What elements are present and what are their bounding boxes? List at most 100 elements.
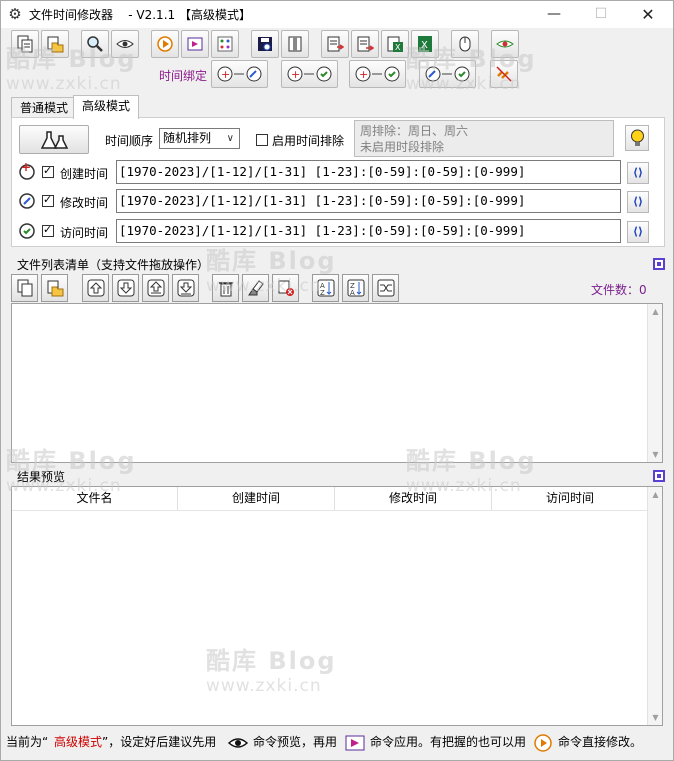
results-scrollbar[interactable]: ▲ ▼	[647, 487, 662, 725]
apply-icon	[187, 37, 203, 51]
scroll-down-icon[interactable]: ▼	[648, 710, 663, 725]
apply-button[interactable]	[181, 30, 209, 58]
export-doc-button[interactable]	[351, 30, 379, 58]
column-header-modify-time[interactable]: 修改时间	[335, 487, 492, 511]
svg-text:+: +	[221, 68, 230, 81]
sort-asc-button[interactable]: AZ	[312, 274, 339, 302]
export-list-button[interactable]	[321, 30, 349, 58]
save-disk-icon	[258, 37, 272, 51]
export-doc-icon	[357, 36, 374, 52]
maximize-button[interactable]: ☐	[578, 1, 624, 28]
status-mode: 高级模式	[54, 735, 103, 749]
add-folder-icon	[47, 36, 64, 53]
svg-text:+: +	[291, 68, 300, 81]
add-folder-list-button[interactable]	[41, 274, 68, 302]
status-text-3: 命令预览，再用	[253, 735, 338, 749]
exclude-summary[interactable]: 周排除：周日、周六 未启用时段排除	[354, 120, 614, 157]
move-top-button[interactable]	[82, 274, 109, 302]
bind-create-access-button[interactable]: +	[281, 60, 338, 88]
shuffle-icon	[377, 279, 395, 297]
play-button[interactable]	[151, 30, 179, 58]
remove-invalid-button[interactable]	[272, 274, 299, 302]
export-list-icon	[327, 36, 344, 52]
eye-menu-button[interactable]	[491, 30, 519, 58]
svg-text:+: +	[21, 162, 31, 174]
order-select-value: 随机排列	[163, 131, 212, 145]
play-icon	[157, 36, 173, 52]
scroll-up-icon[interactable]: ▲	[648, 487, 663, 502]
modify-time-label: 修改时间	[60, 196, 109, 210]
expand-file-list-icon[interactable]	[653, 258, 665, 270]
bind-modify-access-button[interactable]: +	[349, 60, 406, 88]
results-table[interactable]: 文件名 创建时间 修改时间 访问时间 ▲ ▼	[11, 486, 663, 726]
access-time-refresh-button[interactable]: ⟨⟩	[627, 221, 649, 243]
grid-button[interactable]	[211, 30, 239, 58]
move-bottom-button[interactable]	[142, 274, 169, 302]
bind-all-button[interactable]	[419, 60, 476, 88]
clear-button[interactable]	[242, 274, 269, 302]
chevron-down-icon: ∨	[226, 133, 234, 144]
access-time-field[interactable]: [1970-2023]/[1-12]/[1-31] [1-23]:[0-59]:…	[116, 219, 621, 243]
flask-button[interactable]	[19, 125, 89, 154]
grid-icon	[217, 36, 233, 52]
mouse-button[interactable]	[451, 30, 479, 58]
create-time-checkbox[interactable]	[42, 164, 54, 178]
modify-time-checkbox[interactable]	[42, 193, 54, 207]
modify-time-field[interactable]: [1970-2023]/[1-12]/[1-31] [1-23]:[0-59]:…	[116, 189, 621, 213]
shuffle-button[interactable]	[372, 274, 399, 302]
file-listbox[interactable]: ▲ ▼	[11, 303, 663, 463]
add-files-button[interactable]	[11, 274, 38, 302]
file-list-scrollbar[interactable]: ▲ ▼	[647, 304, 662, 462]
sort-asc-icon: AZ	[317, 279, 335, 297]
order-label: 时间顺序	[105, 134, 154, 148]
exclude-period-text: 未启用时段排除	[360, 140, 445, 154]
create-time-refresh-button[interactable]: ⟨⟩	[627, 162, 649, 184]
add-folder-button[interactable]	[41, 30, 69, 58]
unbind-button[interactable]	[490, 60, 518, 88]
save-button[interactable]	[251, 30, 279, 58]
bind-all-icon	[425, 66, 470, 82]
results-title: 结果预览	[17, 470, 66, 484]
bind-create-modify-button[interactable]: +	[211, 60, 268, 88]
excel-export-icon: X	[387, 36, 403, 52]
move-down-button[interactable]	[112, 274, 139, 302]
modify-time-refresh-button[interactable]: ⟨⟩	[627, 191, 649, 213]
move-up-button[interactable]	[172, 274, 199, 302]
eye-menu-icon	[496, 40, 514, 48]
tips-button[interactable]	[625, 125, 649, 151]
search-button[interactable]	[81, 30, 109, 58]
create-time-field[interactable]: [1970-2023]/[1-12]/[1-31] [1-23]:[0-59]:…	[116, 160, 621, 184]
status-text-1: 当前为“	[6, 735, 49, 749]
title-bar: ⚙ 文件时间修改器 - V2.1.1 【高级模式】 — ☐ ✕	[1, 1, 673, 28]
column-header-access-time[interactable]: 访问时间	[492, 487, 649, 511]
sort-desc-icon: ZA	[347, 279, 365, 297]
create-time-icon: +	[19, 162, 35, 180]
tab-advanced-mode[interactable]: 高级模式	[73, 95, 140, 119]
svg-text:X: X	[421, 40, 428, 51]
move-bottom-icon	[147, 279, 165, 297]
bind-create-modify-icon: +	[217, 66, 262, 82]
access-time-checkbox[interactable]	[42, 223, 54, 237]
apply-icon	[345, 735, 365, 751]
scroll-up-icon[interactable]: ▲	[648, 304, 663, 319]
column-header-create-time[interactable]: 创建时间	[178, 487, 335, 511]
expand-results-icon[interactable]	[653, 470, 665, 482]
column-header-filename[interactable]: 文件名	[12, 487, 178, 511]
tab-normal-mode[interactable]: 普通模式	[11, 97, 78, 119]
svg-text:A: A	[350, 289, 355, 297]
status-text-2: ”，设定好后建议先用	[102, 735, 217, 749]
order-select[interactable]: 随机排列 ∨	[159, 128, 240, 149]
delete-button[interactable]	[212, 274, 239, 302]
preview-button[interactable]	[111, 30, 139, 58]
create-time-label: 创建时间	[60, 167, 109, 181]
close-button[interactable]: ✕	[625, 1, 671, 28]
sort-desc-button[interactable]: ZA	[342, 274, 369, 302]
file-list-title: 文件列表清单（支持文件拖放操作）	[17, 258, 210, 272]
exclude-checkbox[interactable]	[256, 134, 268, 146]
archive-button[interactable]	[281, 30, 309, 58]
excel-export-button[interactable]: X	[381, 30, 409, 58]
copy-files-button[interactable]	[11, 30, 39, 58]
excel-button[interactable]: X	[411, 30, 439, 58]
minimize-button[interactable]: —	[531, 1, 577, 28]
scroll-down-icon[interactable]: ▼	[648, 447, 663, 462]
